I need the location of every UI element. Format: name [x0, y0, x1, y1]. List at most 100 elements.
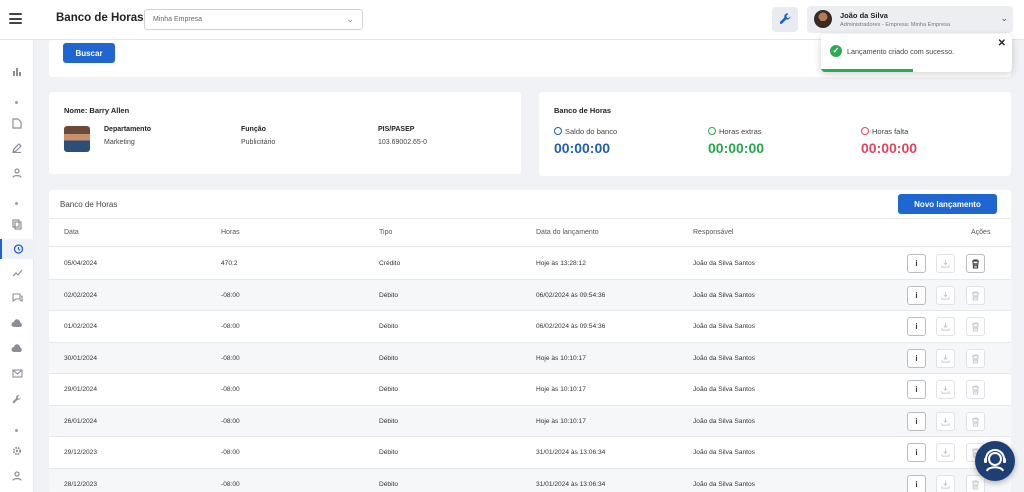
user-menu[interactable]: João da Silva Administradores - Empresa:… [807, 6, 1013, 33]
table-row: 26/01/2024 -08:00 Débito Hoje às 10:10:17 Jo… [49, 405, 1011, 437]
download-icon [941, 417, 950, 426]
search-button[interactable]: Buscar [63, 43, 115, 63]
trash-icon [972, 479, 979, 490]
table-cell: 06/02/2024 às 09:54:36 [536, 323, 606, 330]
table-cell: -08:00 [221, 417, 240, 425]
info-button[interactable]: i [907, 474, 926, 492]
download-icon [941, 354, 950, 363]
info-button[interactable]: i [907, 411, 926, 431]
alarm-clock-icon [861, 127, 869, 135]
table-row: 29/12/2023 -08:00 Débito 31/01/2024 às 13:0… [49, 437, 1011, 469]
info-button[interactable]: i [907, 317, 926, 336]
document-icon[interactable] [0, 114, 34, 134]
user-icon[interactable] [0, 467, 34, 487]
table-cell: -08:00 [221, 449, 240, 456]
info-button[interactable]: i [907, 254, 926, 273]
toast-message: Lançamento criado com sucesso. [847, 47, 955, 56]
info-button[interactable]: i [907, 443, 926, 462]
table-cell: Débito [379, 323, 399, 330]
download-icon [941, 322, 950, 331]
column-header: Responsável [693, 229, 734, 236]
delete-button[interactable] [966, 285, 985, 305]
download-icon [941, 480, 950, 489]
table-cell: João da Silva Santos [693, 449, 755, 456]
trash-icon [972, 385, 979, 395]
page-title: Banco de Horas [56, 12, 144, 24]
close-icon[interactable]: ✕ [998, 38, 1006, 49]
table-cell: Hoje às 10:10:17 [536, 417, 586, 425]
toast-progress-bar [821, 69, 913, 72]
table-row: 30/01/2024 -08:00 Débito Hoje às 10:10:17 Jo… [49, 342, 1011, 374]
table-cell: -08:00 [221, 480, 240, 488]
download-button[interactable] [936, 317, 955, 336]
menu-icon[interactable] [9, 13, 22, 24]
trend-icon[interactable] [0, 264, 34, 284]
employee-photo [64, 126, 90, 152]
user-icon[interactable] [0, 164, 34, 184]
download-button[interactable] [936, 443, 955, 462]
table-cell: 31/01/2024 às 13:06:34 [536, 449, 606, 456]
delete-button[interactable] [966, 411, 985, 431]
table-cell: Débito [379, 354, 399, 362]
gear-icon[interactable] [0, 442, 34, 462]
chevron-down-icon: ⌄ [346, 14, 354, 24]
table-cell: João da Silva Santos [693, 260, 755, 267]
download-button[interactable] [936, 254, 955, 273]
table-cell: Hoje às 10:10:17 [536, 386, 586, 393]
table-cell: Hoje às 13:28:12 [536, 260, 586, 267]
table-cell: 28/12/2023 [64, 480, 98, 488]
user-role: Administradores - Empresa: Minha Empresa [840, 22, 951, 28]
tools-button[interactable] [772, 7, 798, 32]
column-header: Data [64, 229, 79, 236]
table-cell: Débito [379, 449, 399, 456]
download-button[interactable] [936, 411, 955, 431]
company-select[interactable]: Minha Empresa ⌄ [144, 9, 363, 30]
hours-table-card: Banco de Horas Novo lançamento Data Hora… [49, 190, 1011, 492]
table-row: 05/04/2024 470:2 Crédito Hoje às 13:28:12 Jo… [49, 248, 1011, 280]
wrench-icon[interactable] [0, 390, 34, 410]
table-row: 01/02/2024 -08:00 Débito 06/02/2024 às 09:5… [49, 311, 1011, 343]
company-select-value: Minha Empresa [153, 16, 203, 23]
trash-icon [972, 322, 979, 332]
delete-button[interactable] [966, 380, 985, 399]
table-row: 29/01/2024 -08:00 Débito Hoje às 10:10:17 Jo… [49, 374, 1011, 406]
table-cell: Crédito [379, 260, 401, 267]
delete-button[interactable] [966, 317, 985, 336]
help-button[interactable] [975, 441, 1015, 481]
trash-icon [972, 259, 979, 269]
mail-icon[interactable] [0, 365, 34, 385]
download-button[interactable] [936, 285, 955, 305]
column-header: Tipo [379, 229, 393, 236]
cloud-download-icon[interactable] [0, 340, 34, 360]
alarm-clock-icon[interactable] [0, 239, 34, 259]
sidebar [0, 40, 34, 492]
missing-hours-label: Horas falta [861, 127, 908, 136]
balance-label: Saldo do banco [554, 127, 617, 136]
pis-value: 103.69002.65-0 [378, 139, 428, 146]
info-button[interactable]: i [907, 285, 926, 305]
chat-icon[interactable] [0, 289, 34, 309]
delete-button[interactable] [966, 348, 985, 368]
trash-icon [972, 416, 979, 427]
table-row: 02/02/2024 -08:00 Débito 06/02/2024 às 09:5… [49, 279, 1011, 311]
copy-icon[interactable] [0, 215, 34, 235]
balance-value: 00:00:00 [554, 140, 611, 156]
download-button[interactable] [936, 380, 955, 399]
info-button[interactable]: i [907, 380, 926, 399]
pencil-icon[interactable] [0, 139, 34, 159]
table-cell: Débito [379, 386, 399, 393]
wrench-icon [779, 13, 791, 24]
cloud-upload-icon[interactable] [0, 315, 34, 335]
trash-icon [972, 290, 979, 301]
table-cell: João da Silva Santos [693, 417, 755, 425]
dashboard-icon[interactable] [0, 62, 34, 82]
table-title: Banco de Horas [60, 200, 118, 209]
support-agent-icon [984, 449, 1006, 472]
new-entry-button[interactable]: Novo lançamento [898, 194, 997, 214]
department-label: Departamento [104, 126, 152, 133]
download-button[interactable] [936, 348, 955, 368]
info-button[interactable]: i [907, 348, 926, 368]
column-header: Horas [221, 229, 240, 236]
download-button[interactable] [936, 474, 955, 492]
delete-button[interactable] [966, 254, 985, 273]
